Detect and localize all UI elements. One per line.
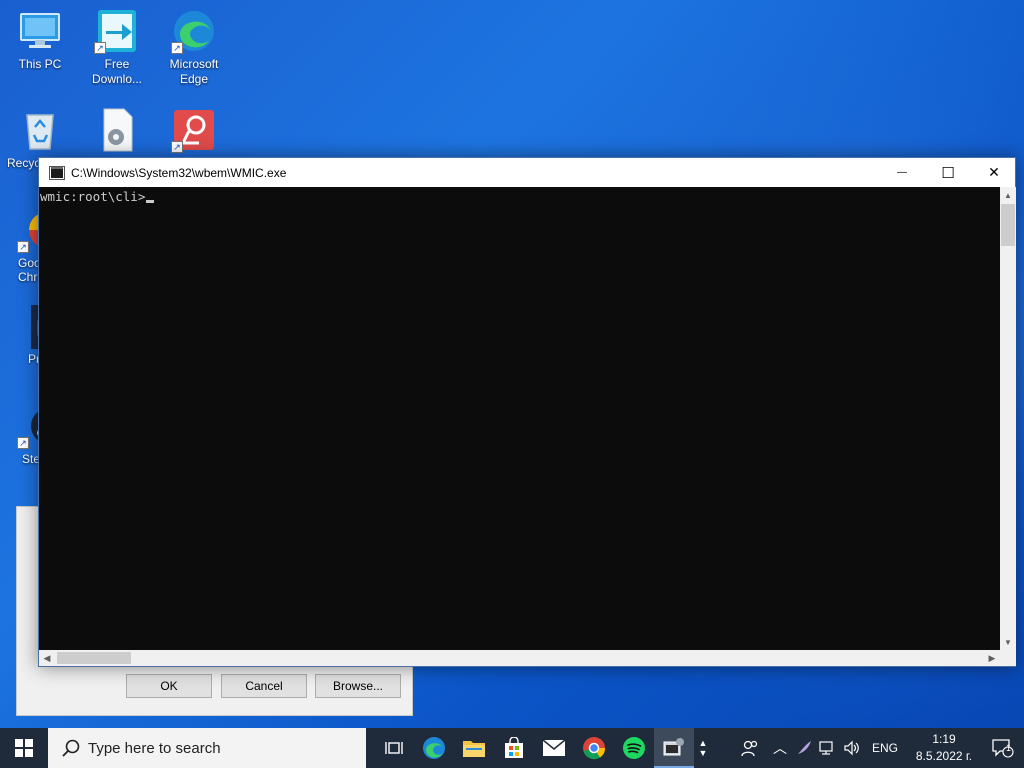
taskbar: Type here to search ▲ ▼ ︿ ENG 1:19 8.5.2… [0, 728, 1024, 768]
notification-count: 1 [1005, 743, 1011, 753]
system-tray: ︿ ENG 1:19 8.5.2022 г. 1 [732, 728, 1024, 768]
vertical-scrollbar[interactable]: ▲ ▼ [1000, 187, 1016, 650]
horizontal-scroll-thumb[interactable] [57, 652, 131, 664]
desktop-icon-label: This PC [18, 57, 62, 71]
overflow-arrows-icon: ▲ ▼ [698, 738, 708, 758]
volume-button[interactable] [840, 728, 864, 768]
taskbar-edge[interactable] [414, 728, 454, 768]
store-icon [505, 737, 523, 758]
desktop-icon-label: Goo Chro [18, 256, 45, 284]
input-language[interactable]: ENG [864, 728, 906, 768]
clock-time: 1:19 [932, 732, 956, 746]
chrome-icon [583, 737, 606, 760]
console-app-icon [49, 165, 65, 180]
title-bar[interactable]: C:\Windows\System32\wbem\WMIC.exe — ☐ ✕ [39, 158, 1015, 187]
mail-icon [542, 739, 566, 756]
start-button[interactable] [0, 728, 48, 768]
network-icon [819, 741, 833, 755]
shortcut-arrow-icon: ↗ [94, 42, 106, 54]
chevron-up-icon: ︿ [772, 740, 787, 756]
windows-logo-icon [15, 739, 33, 757]
taskbar-overflow[interactable]: ▲ ▼ [694, 728, 712, 768]
clock-date: 8.5.2022 г. [915, 749, 973, 763]
taskbar-store[interactable] [494, 728, 534, 768]
action-center-button[interactable]: 1 [982, 728, 1024, 768]
console-window: C:\Windows\System32\wbem\WMIC.exe — ☐ ✕ … [38, 157, 1016, 667]
spotify-icon [623, 737, 645, 759]
people-icon [741, 740, 758, 757]
close-icon: ✕ [988, 164, 1000, 180]
settings-file-icon [94, 107, 140, 153]
search-icon [62, 739, 80, 757]
cancel-button[interactable]: Cancel [221, 674, 307, 698]
maximize-button[interactable]: ☐ [925, 158, 971, 187]
feather-icon [797, 741, 811, 754]
download-manager-icon: ↗ [94, 8, 140, 54]
speaker-icon [844, 740, 859, 756]
ok-button[interactable]: OK [126, 674, 212, 698]
shortcut-arrow-icon: ↗ [171, 42, 183, 54]
taskbar-wmic-console[interactable] [654, 728, 694, 768]
minimize-icon: — [897, 167, 907, 178]
taskbar-search[interactable]: Type here to search [48, 728, 366, 768]
pdf-app-icon: ↗ [171, 107, 217, 153]
desktop-icon-label: Free Downlo... [91, 57, 143, 86]
scroll-up-icon[interactable]: ▲ [1000, 187, 1016, 203]
edge-icon: ↗ [171, 8, 217, 54]
desktop-icon-free-download[interactable]: ↗ Free Downlo... [79, 8, 155, 87]
scroll-down-icon[interactable]: ▼ [1000, 634, 1016, 650]
recycle-bin-icon [17, 107, 63, 153]
shortcut-arrow-icon: ↗ [17, 241, 29, 253]
clock[interactable]: 1:19 8.5.2022 г. [906, 731, 982, 765]
edge-icon [423, 737, 445, 759]
show-hidden-icons-button[interactable]: ︿ [768, 728, 792, 768]
maximize-icon: ☐ [941, 164, 955, 182]
minimize-button[interactable]: — [879, 158, 925, 187]
browse-button[interactable]: Browse... [315, 674, 401, 698]
scroll-right-icon[interactable]: ▶ [984, 650, 1000, 666]
desktop-icon-label: Microsoft Edge [169, 57, 219, 86]
desktop-icon-settings-file[interactable] [79, 107, 155, 156]
folder-icon [463, 741, 485, 757]
horizontal-scrollbar[interactable]: ◀ ▶ [39, 650, 1000, 666]
tray-feather-app[interactable] [792, 728, 816, 768]
taskbar-file-explorer[interactable] [454, 728, 494, 768]
computer-icon [17, 8, 63, 54]
task-view-button[interactable] [374, 728, 414, 768]
command-prompt: wmic:root\cli> [40, 189, 146, 204]
search-placeholder: Type here to search [88, 739, 221, 757]
close-button[interactable]: ✕ [971, 158, 1017, 187]
vertical-scroll-thumb[interactable] [1001, 204, 1015, 246]
scrollbar-corner [1000, 650, 1016, 666]
people-button[interactable] [732, 728, 768, 768]
scroll-left-icon[interactable]: ◀ [39, 650, 55, 666]
desktop-icon-edge[interactable]: ↗ Microsoft Edge [156, 8, 232, 87]
network-button[interactable] [816, 728, 840, 768]
task-view-icon [385, 742, 403, 754]
taskbar-chrome[interactable] [574, 728, 614, 768]
taskbar-spotify[interactable] [614, 728, 654, 768]
console-output[interactable]: wmic:root\cli> [39, 187, 1000, 650]
desktop-icon-this-pc[interactable]: This PC [2, 8, 78, 72]
taskbar-mail[interactable] [534, 728, 574, 768]
shortcut-arrow-icon: ↗ [171, 141, 183, 153]
wmic-console-icon [663, 738, 684, 756]
window-title: C:\Windows\System32\wbem\WMIC.exe [71, 165, 287, 180]
text-cursor [146, 200, 155, 203]
shortcut-arrow-icon: ↗ [17, 437, 29, 449]
desktop-icon-pdf-app[interactable]: ↗ [156, 107, 232, 156]
